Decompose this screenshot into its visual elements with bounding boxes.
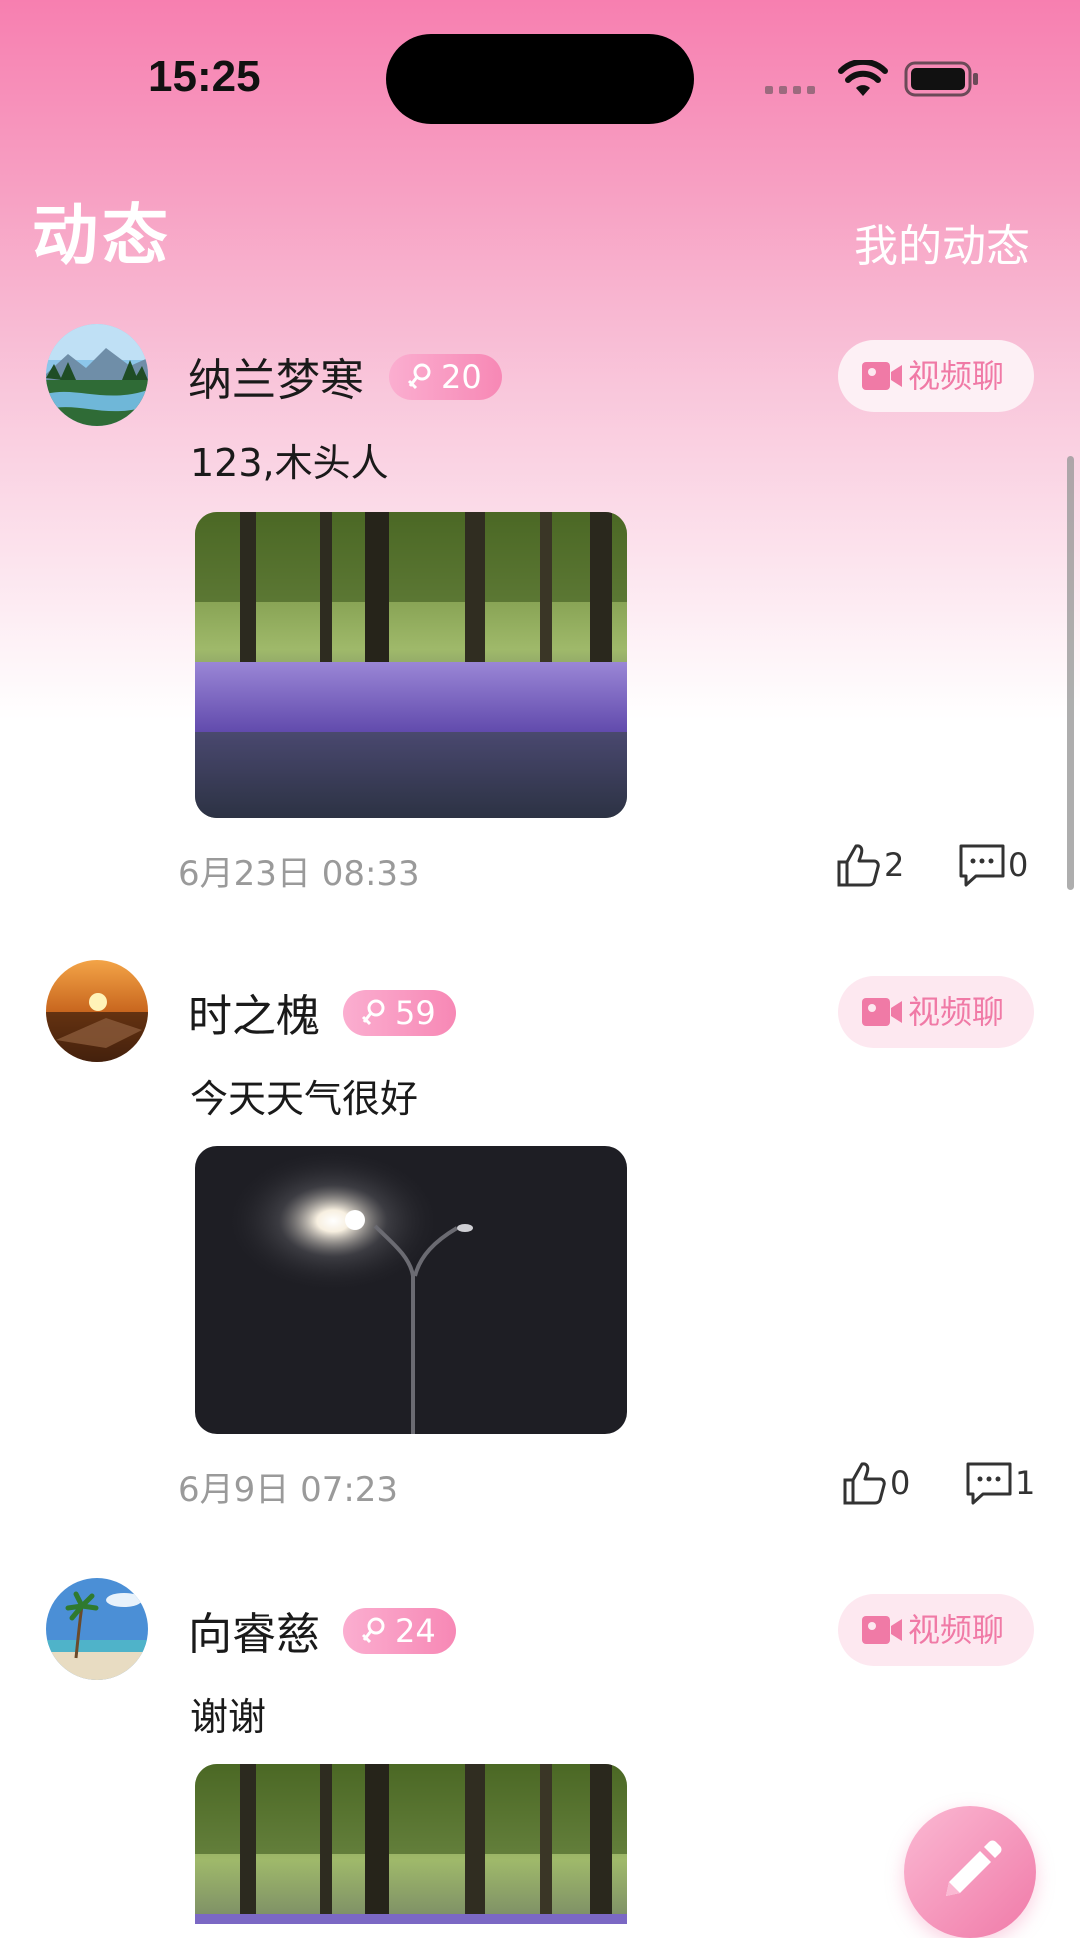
comment-icon bbox=[959, 844, 1005, 887]
post-content: 今天天气很好 bbox=[190, 1077, 419, 1121]
comment-button[interactable]: 0 bbox=[958, 842, 1032, 888]
post-content: 谢谢 bbox=[190, 1695, 267, 1739]
badge-age: 59 bbox=[395, 994, 436, 1032]
post-time: 6月23日 08:33 bbox=[178, 854, 420, 894]
video-chat-label: 视频聊 bbox=[908, 993, 1005, 1031]
compose-post-button[interactable] bbox=[904, 1806, 1036, 1938]
post-card: 纳兰梦寒 20 视频聊 123,木头人 6月23日 08:33 2 0 bbox=[0, 324, 1080, 904]
status-time: 15:25 bbox=[148, 52, 261, 101]
scrollbar[interactable] bbox=[1067, 456, 1074, 890]
status-bar: 15:25 bbox=[0, 0, 1080, 150]
avatar[interactable] bbox=[46, 1578, 148, 1680]
post-content: 123,木头人 bbox=[190, 441, 389, 485]
username[interactable]: 时之槐 bbox=[188, 980, 320, 1044]
cellular-signal-icon bbox=[765, 86, 823, 96]
post-photo[interactable] bbox=[195, 512, 627, 818]
comment-icon bbox=[966, 1462, 1012, 1505]
thumbs-up-icon bbox=[837, 844, 880, 887]
video-camera-icon bbox=[862, 998, 902, 1026]
post-time: 6月9日 07:23 bbox=[178, 1470, 399, 1510]
badge-age: 24 bbox=[395, 1612, 436, 1650]
post-photo[interactable] bbox=[195, 1764, 627, 1924]
like-count: 0 bbox=[890, 1464, 911, 1502]
video-chat-button[interactable]: 视频聊 bbox=[838, 1594, 1034, 1666]
username[interactable]: 纳兰梦寒 bbox=[188, 344, 364, 408]
avatar[interactable] bbox=[46, 324, 148, 426]
female-icon bbox=[361, 999, 385, 1026]
gender-age-badge: 59 bbox=[343, 990, 456, 1036]
dynamic-island bbox=[386, 34, 694, 124]
video-chat-button[interactable]: 视频聊 bbox=[838, 976, 1034, 1048]
thumbs-up-icon bbox=[843, 1462, 886, 1505]
comment-count: 0 bbox=[1008, 846, 1029, 884]
video-chat-label: 视频聊 bbox=[908, 357, 1005, 395]
post-card: 时之槐 59 视频聊 今天天气很好 6月9日 07:23 0 1 bbox=[0, 960, 1080, 1540]
gender-age-badge: 24 bbox=[343, 1608, 456, 1654]
comment-count: 1 bbox=[1015, 1464, 1036, 1502]
video-camera-icon bbox=[862, 362, 902, 390]
video-chat-label: 视频聊 bbox=[908, 1611, 1005, 1649]
avatar[interactable] bbox=[46, 960, 148, 1062]
gender-age-badge: 20 bbox=[389, 354, 502, 400]
wifi-icon bbox=[838, 60, 888, 96]
badge-age: 20 bbox=[441, 358, 482, 396]
my-posts-link[interactable]: 我的动态 bbox=[854, 210, 1030, 274]
post-photo[interactable] bbox=[195, 1146, 627, 1434]
female-icon bbox=[361, 1617, 385, 1644]
like-button[interactable]: 0 bbox=[842, 1460, 912, 1506]
username[interactable]: 向睿慈 bbox=[188, 1598, 320, 1662]
video-chat-button[interactable]: 视频聊 bbox=[838, 340, 1034, 412]
like-button[interactable]: 2 bbox=[836, 842, 906, 888]
battery-icon bbox=[904, 61, 978, 97]
pencil-icon bbox=[946, 1840, 1002, 1896]
female-icon bbox=[407, 363, 431, 390]
like-count: 2 bbox=[884, 846, 905, 884]
comment-button[interactable]: 1 bbox=[965, 1460, 1035, 1506]
page-title: 动态 bbox=[32, 196, 172, 274]
video-camera-icon bbox=[862, 1616, 902, 1644]
